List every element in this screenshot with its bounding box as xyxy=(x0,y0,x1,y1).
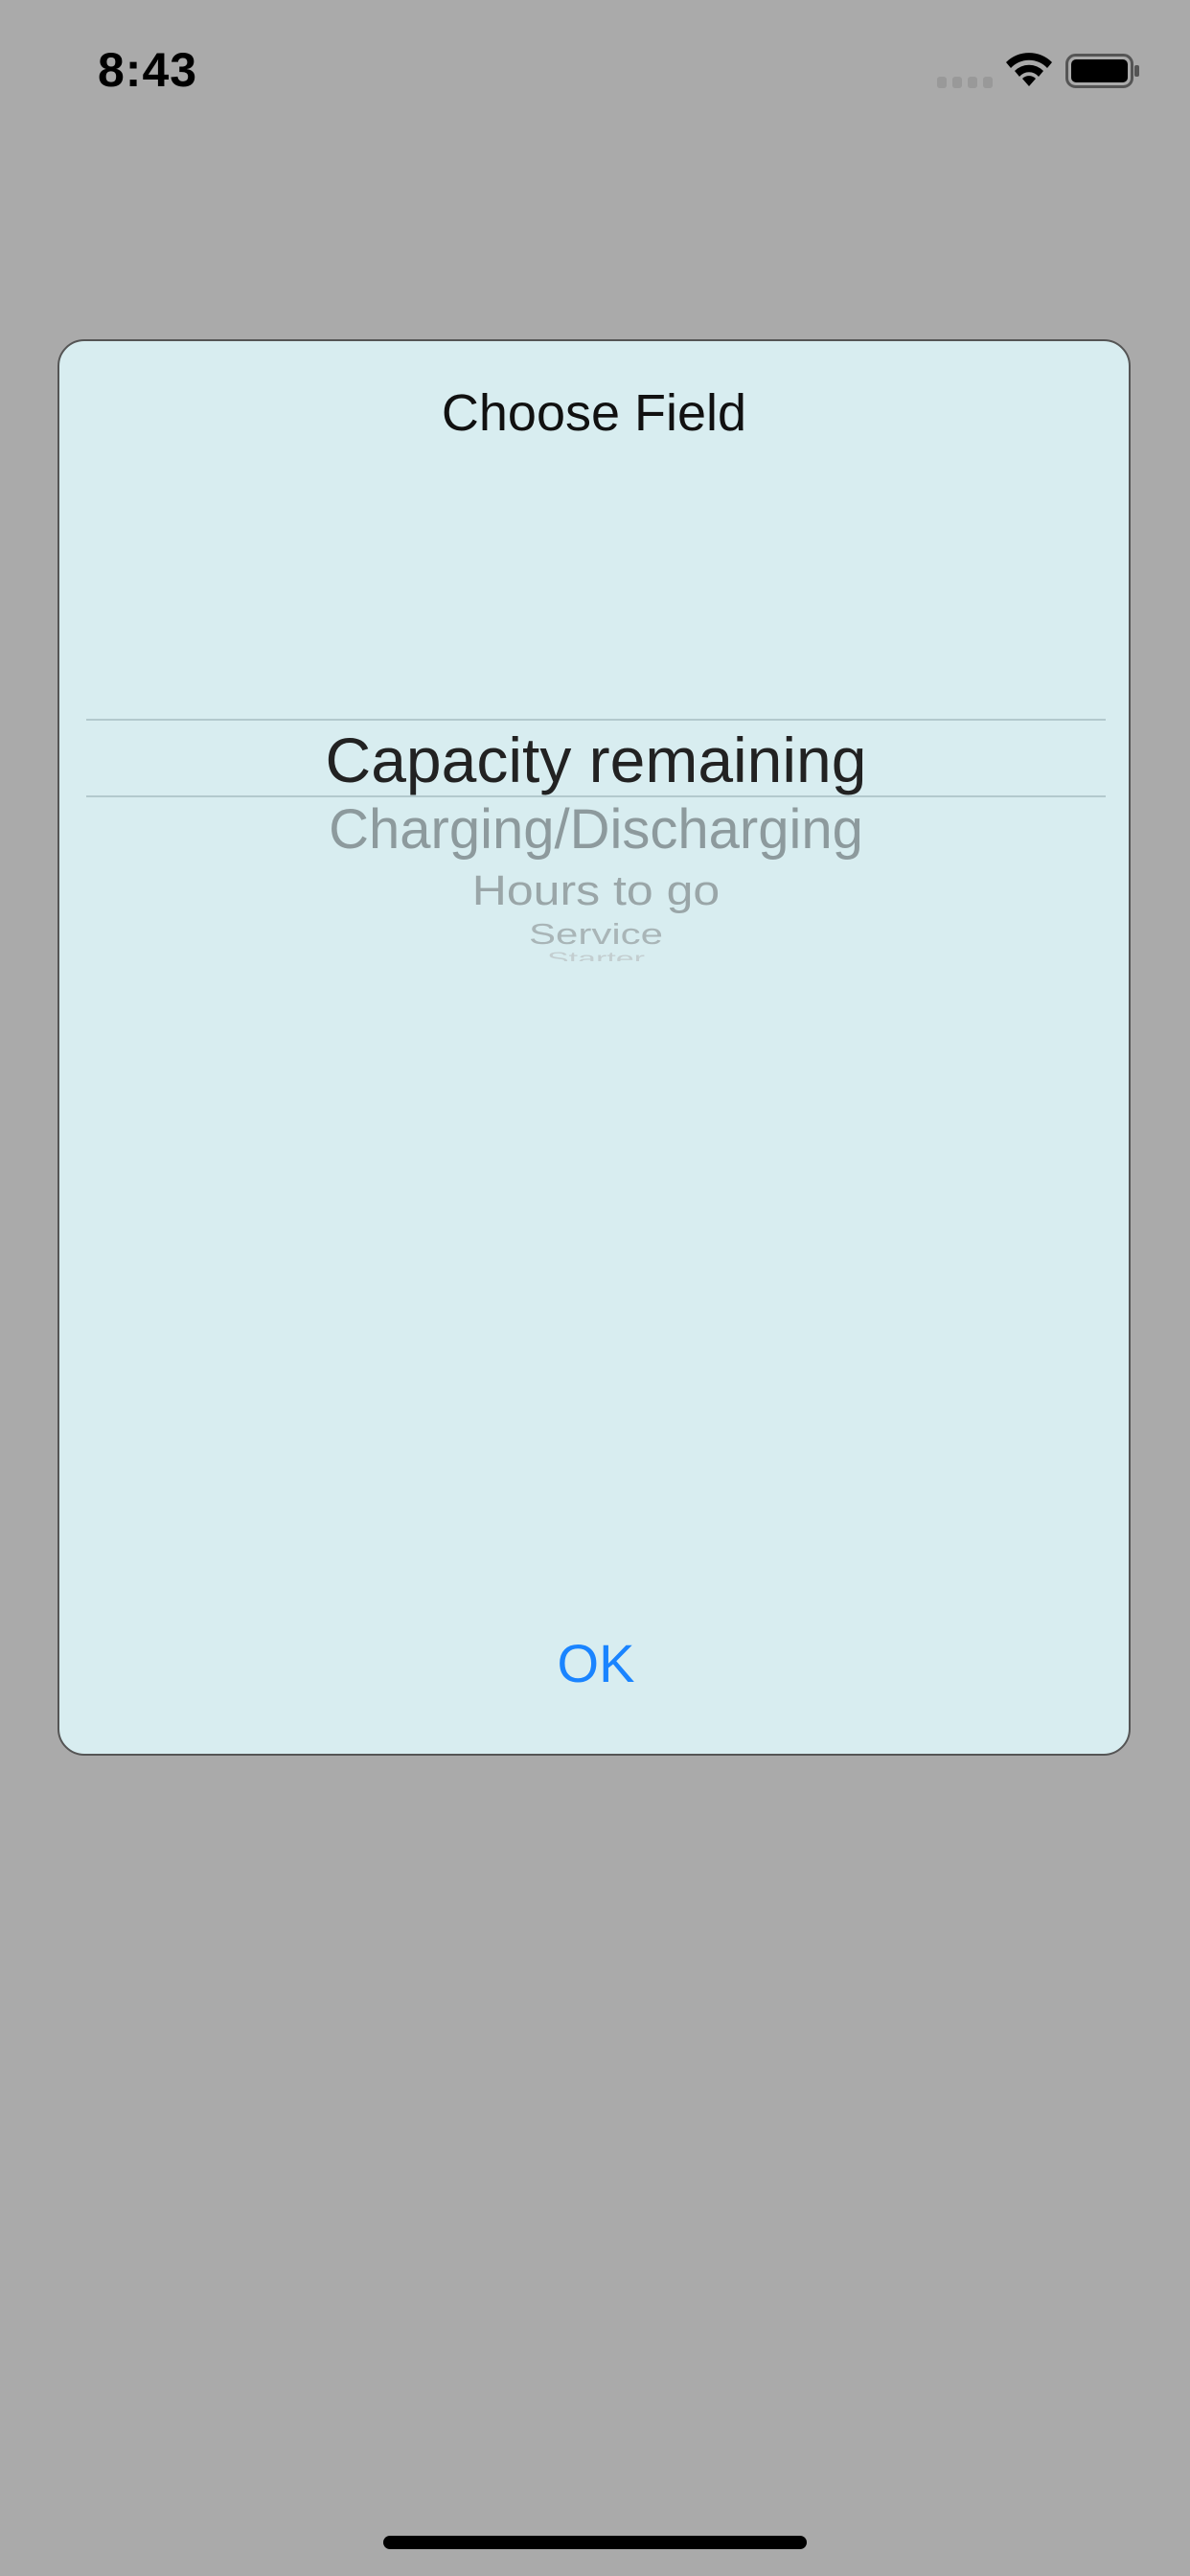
picker-item-service[interactable]: Service xyxy=(86,918,1106,950)
picker-item-starter[interactable]: Starter xyxy=(86,950,1106,961)
status-bar: 8:43 xyxy=(0,0,1190,144)
dialog-title: Choose Field xyxy=(441,384,747,442)
ok-button[interactable]: OK xyxy=(500,1625,692,1702)
battery-icon xyxy=(1065,54,1139,88)
home-indicator[interactable] xyxy=(383,2536,807,2549)
status-time: 8:43 xyxy=(98,43,198,97)
picker-item-hours-to-go[interactable]: Hours to go xyxy=(86,865,1106,914)
picker-selection-top-line xyxy=(86,719,1106,721)
choose-field-dialog: Choose Field Capacity remaining Charging… xyxy=(57,339,1131,1756)
picker-item-charging-discharging[interactable]: Charging/Discharging xyxy=(86,797,1106,862)
field-picker[interactable]: Capacity remaining Charging/Discharging … xyxy=(86,552,1106,1146)
picker-item-capacity-remaining[interactable]: Capacity remaining xyxy=(86,723,1106,797)
signal-icon xyxy=(937,77,993,88)
wifi-icon xyxy=(1006,53,1052,86)
